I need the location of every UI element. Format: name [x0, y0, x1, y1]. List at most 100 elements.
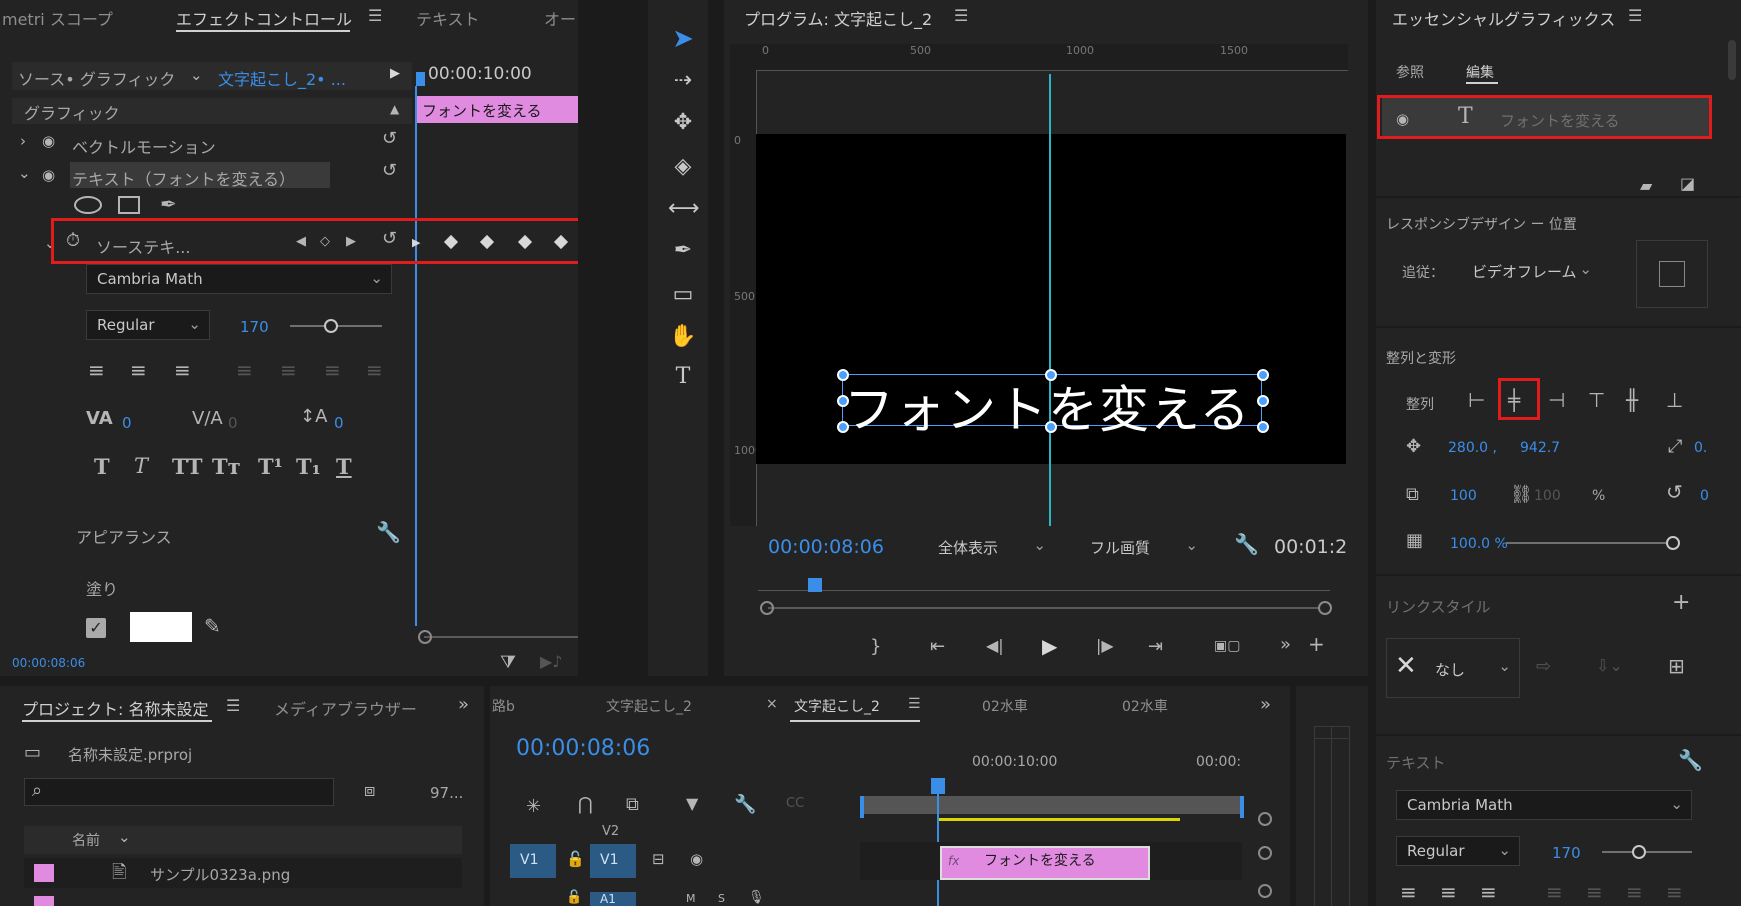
wrench-icon[interactable]: 🔧 [376, 520, 401, 544]
linked-select-icon[interactable]: ⧉ [626, 794, 639, 815]
bbox-handle[interactable] [837, 369, 849, 381]
tab-text[interactable]: テキスト [416, 6, 480, 30]
find-icon[interactable]: ⧈ [364, 780, 375, 801]
reset-icon[interactable]: ↺ [382, 160, 397, 181]
zoom-dropdown[interactable]: 全体表示 ⌄ [928, 532, 1054, 560]
align-left-icon[interactable]: ≡ [1400, 880, 1417, 904]
work-area-handle-left[interactable] [860, 796, 864, 818]
pen-mask-icon[interactable]: ✒ [160, 192, 177, 216]
rotation-value[interactable]: 0 [1700, 488, 1709, 504]
eye-icon[interactable]: ◉ [690, 850, 703, 868]
link-icon[interactable]: ⛓ [1510, 484, 1533, 505]
lock-icon[interactable]: 🔓 [566, 850, 585, 868]
search-input[interactable] [24, 778, 334, 806]
playhead-marker[interactable] [416, 72, 425, 86]
step-back-icon[interactable]: ◀| [986, 636, 1004, 655]
superscript-icon[interactable]: T¹ [258, 454, 283, 479]
go-to-out-icon[interactable]: ⇥ [1148, 636, 1163, 657]
eye-icon[interactable]: ◉ [42, 132, 55, 150]
zoom-handle-left[interactable] [418, 630, 432, 644]
rectangle-mask-icon[interactable] [118, 196, 140, 214]
voiceover-icon[interactable]: 🎙 [748, 890, 765, 905]
align-right-icon[interactable]: ≡ [174, 358, 191, 382]
work-area-bar[interactable] [862, 796, 1242, 814]
justify-center-icon[interactable]: ≡ [1586, 880, 1603, 904]
overflow-controls-icon[interactable]: » [1280, 634, 1291, 655]
subscript-icon[interactable]: T₁ [296, 454, 321, 479]
tab-timeline-active[interactable]: 文字起こし_2 [794, 696, 880, 716]
timeline-scroll-handle[interactable] [1258, 846, 1272, 860]
eyedropper-icon[interactable]: ✎ [204, 614, 221, 638]
overflow-tabs-icon[interactable]: » [458, 694, 469, 715]
font-dropdown[interactable]: Cambria Math ⌄ [1396, 790, 1692, 820]
justify-left-icon[interactable]: ≡ [1546, 880, 1563, 904]
new-layer-icon[interactable]: ◪ [1680, 174, 1695, 193]
bbox-handle[interactable] [1045, 369, 1057, 381]
add-marker-icon[interactable]: ▼ [686, 794, 698, 813]
export-frame-icon[interactable]: ▣▢ [1214, 638, 1240, 654]
justify-all-icon[interactable]: ≡ [1666, 880, 1683, 904]
solo-icon[interactable]: S [718, 892, 725, 905]
justify-right-icon[interactable]: ≡ [324, 358, 341, 382]
slip-tool-icon[interactable]: ⟷ [668, 196, 700, 221]
align-left-icon[interactable]: ≡ [88, 358, 105, 382]
sort-chevron-icon[interactable]: ⌄ [118, 828, 131, 846]
tracking-value[interactable]: 0 [122, 414, 132, 432]
tab-timeline-c[interactable]: 02水車 [982, 696, 1028, 716]
bbox-handle[interactable] [1045, 421, 1057, 433]
tab-media-browser[interactable]: メディアブラウザー [274, 696, 417, 720]
tab-effect-controls[interactable]: エフェクトコントロール [176, 6, 352, 30]
mute-icon[interactable]: M [686, 892, 696, 905]
tab-browse[interactable]: 参照 [1396, 62, 1424, 82]
scrub-handle-right[interactable] [1318, 601, 1332, 615]
new-group-icon[interactable]: ▰ [1640, 176, 1652, 195]
scale-value[interactable]: 100 [1450, 488, 1477, 504]
font-size-slider-thumb[interactable] [1632, 845, 1646, 859]
add-button-icon[interactable]: + [1308, 632, 1325, 656]
font-size-value[interactable]: 170 [1552, 844, 1581, 862]
fill-color-swatch[interactable] [130, 612, 192, 642]
step-forward-icon[interactable]: |▶ [1096, 636, 1114, 655]
panel-menu-icon[interactable]: ☰ [368, 6, 382, 25]
rectangle-tool-icon[interactable]: ▭ [668, 282, 698, 307]
captions-icon[interactable]: CC [786, 796, 804, 811]
source-dropdown-icon[interactable]: ⌄ [190, 66, 203, 84]
program-timecode[interactable]: 00:00:08:06 [768, 536, 884, 558]
bbox-handle[interactable] [837, 421, 849, 433]
panel-menu-icon[interactable]: ☰ [954, 6, 968, 25]
tab-timeline-d[interactable]: 02水車 [1122, 696, 1168, 716]
bbox-handle[interactable] [1257, 369, 1269, 381]
panel-menu-icon[interactable]: ☰ [226, 696, 240, 715]
pin-position-widget[interactable] [1636, 240, 1708, 308]
snap-icon[interactable]: ✳ [526, 796, 541, 817]
mark-out-icon[interactable]: } [870, 636, 881, 657]
tab-timeline-a[interactable]: 路b [492, 696, 515, 716]
font-dropdown[interactable]: Cambria Math ⌄ [86, 264, 392, 294]
underline-icon[interactable]: T [336, 454, 352, 479]
justify-right-icon[interactable]: ≡ [1626, 880, 1643, 904]
timeline-scroll-handle[interactable] [1258, 884, 1272, 898]
program-scrub-bar[interactable] [758, 590, 1330, 591]
baseline-value[interactable]: 0 [334, 414, 344, 432]
wrench-icon[interactable]: 🔧 [734, 794, 756, 815]
faux-bold-icon[interactable]: T [94, 454, 110, 479]
timeline-timecode[interactable]: 00:00:08:06 [516, 736, 650, 761]
type-tool-icon[interactable]: T [668, 364, 698, 389]
expand-arrow-icon[interactable]: › [20, 132, 26, 150]
overflow-tabs-icon[interactable]: » [1260, 694, 1271, 715]
column-name-header[interactable]: 名前 [72, 830, 100, 850]
font-size-slider-track[interactable] [1602, 851, 1692, 853]
bbox-handle[interactable] [1257, 395, 1269, 407]
all-caps-icon[interactable]: TT [172, 454, 203, 479]
eye-icon[interactable]: ◉ [42, 166, 55, 184]
tab-audio[interactable]: オー [544, 6, 576, 30]
sequence-link[interactable]: 文字起こし_2• ... [218, 66, 346, 90]
opacity-slider-thumb[interactable] [1666, 536, 1680, 550]
font-style-dropdown[interactable]: Regular ⌄ [86, 310, 210, 340]
go-to-in-icon[interactable]: ⇤ [930, 636, 945, 657]
hand-tool-icon[interactable]: ✋ [668, 324, 698, 349]
opacity-value[interactable]: 100.0 % [1450, 536, 1508, 552]
scale-height-value[interactable]: 100 [1534, 488, 1561, 504]
fill-checkbox[interactable]: ✓ [86, 618, 106, 638]
tab-lumetri-scope[interactable]: metri スコープ [2, 6, 113, 30]
